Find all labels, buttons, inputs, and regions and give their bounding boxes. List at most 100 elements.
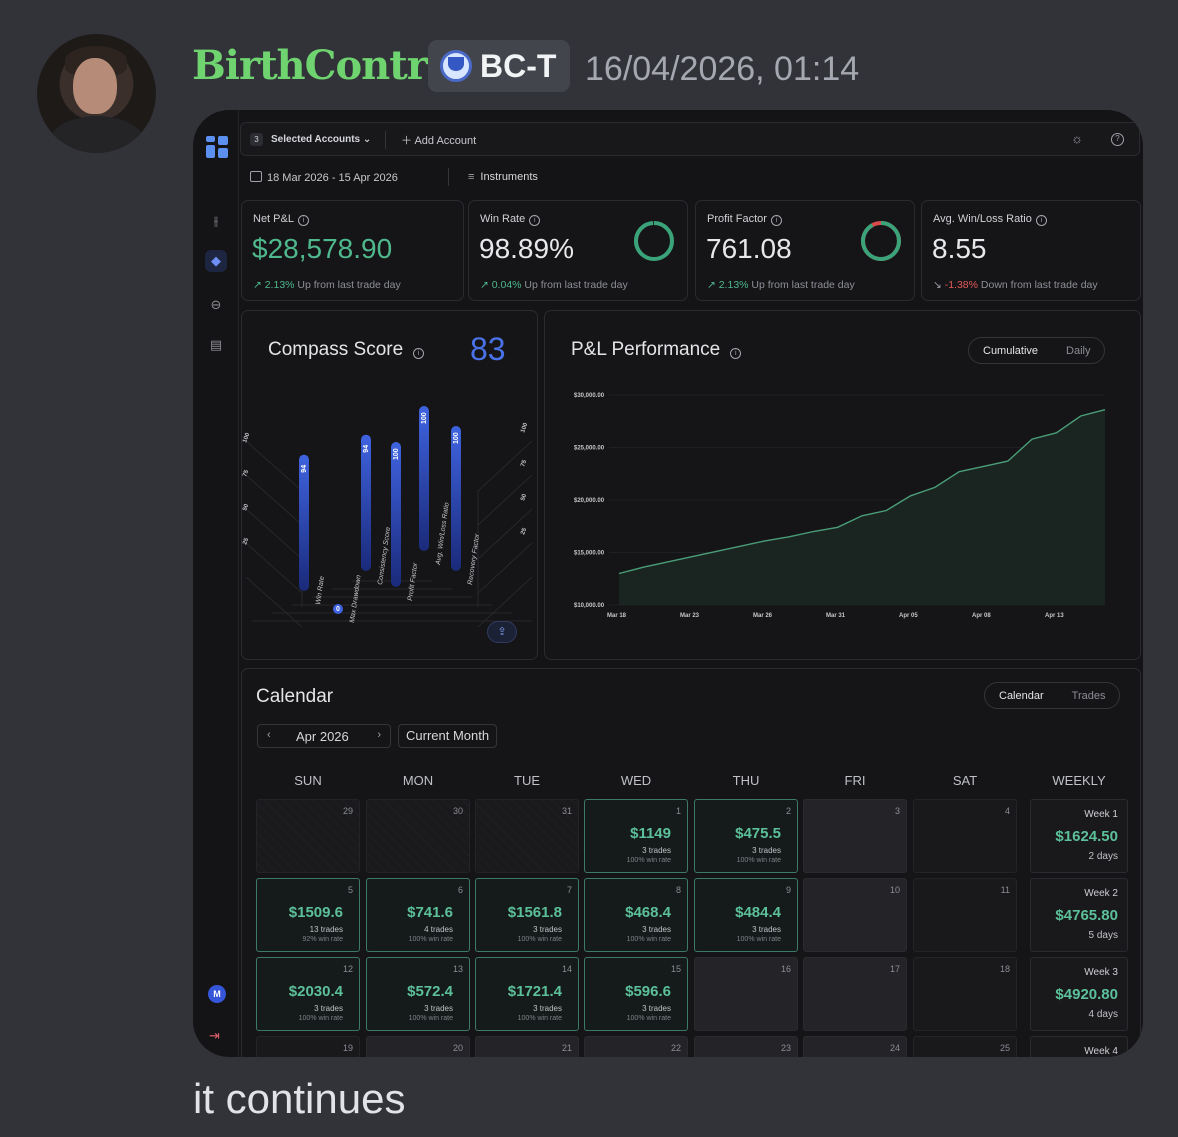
profit-factor-card[interactable]: Profit Factor i 761.08 ↗ 2.13% Up from la…: [695, 200, 915, 301]
change-percent: 2.13%: [718, 279, 749, 291]
journal-icon[interactable]: ▤: [205, 334, 227, 356]
day-number: 19: [342, 1043, 353, 1053]
calendar-day[interactable]: 17: [803, 957, 907, 1031]
compass-leaf-icon[interactable]: ◆: [205, 250, 227, 272]
calendar-tab[interactable]: Calendar: [985, 690, 1058, 702]
help-icon[interactable]: ?: [1111, 133, 1124, 146]
pnl-x-tick: Apr 08: [972, 613, 991, 619]
pnl-x-tick: Mar 31: [826, 613, 846, 619]
stat-title-label: Net P&L: [253, 213, 294, 225]
stat-title-label: Win Rate: [480, 213, 526, 225]
replay-icon[interactable]: ⊖: [205, 294, 227, 316]
date-range-picker[interactable]: 18 Mar 2026 - 15 Apr 2026: [250, 171, 398, 184]
calendar-day[interactable]: 9 $484.4 3 trades 100% win rate: [694, 878, 798, 952]
info-icon[interactable]: i: [413, 348, 425, 359]
calendar-day[interactable]: 5 $1509.6 13 trades 92% win rate: [256, 878, 360, 952]
day-trades: 3 trades: [533, 1004, 562, 1013]
day-number: 25: [999, 1043, 1010, 1053]
instruments-label: Instruments: [480, 171, 538, 183]
info-icon[interactable]: i: [730, 348, 742, 359]
account-count-badge: 3: [250, 133, 263, 146]
weekday-header: SAT: [952, 773, 978, 788]
calendar-day[interactable]: 12 $2030.4 3 trades 100% win rate: [256, 957, 360, 1031]
calendar-day[interactable]: 2 $475.5 3 trades 100% win rate: [694, 799, 798, 873]
calendar-day[interactable]: 3: [803, 799, 907, 873]
calendar-day[interactable]: 6 $741.6 4 trades 100% win rate: [366, 878, 470, 952]
calendar-day[interactable]: 15 $596.6 3 trades 100% win rate: [584, 957, 688, 1031]
day-number: 10: [889, 885, 900, 895]
pnl-x-tick: Mar 18: [607, 613, 627, 619]
top-bar: 3 Selected Accounts ⌄ ＋ Add Account ☼ ?: [240, 122, 1140, 156]
compass-bar: [451, 426, 461, 571]
theme-toggle-icon[interactable]: ☼: [1071, 131, 1083, 146]
calendar-view-toggle[interactable]: Calendar Trades: [984, 682, 1121, 709]
profile-avatar[interactable]: M: [208, 985, 226, 1003]
calendar-day[interactable]: 19: [256, 1036, 360, 1057]
pnl-y-tick: $15,000.00: [574, 551, 605, 557]
next-month-button[interactable]: ›: [377, 729, 381, 741]
grid-line: [245, 542, 303, 594]
logout-icon[interactable]: ⇥: [209, 1028, 220, 1044]
user-avatar[interactable]: [37, 34, 156, 153]
calendar-day[interactable]: 14 $1721.4 3 trades 100% win rate: [475, 957, 579, 1031]
win-loss-ratio-card[interactable]: Avg. Win/Loss Ratio i 8.55 ↘ -1.38% Down …: [921, 200, 1141, 301]
avatar-face: [73, 58, 117, 114]
calendar-day[interactable]: 29: [256, 799, 360, 873]
day-rate: 100% win rate: [517, 936, 562, 943]
trades-tab[interactable]: Trades: [1058, 690, 1120, 702]
calendar-day[interactable]: 13 $572.4 3 trades 100% win rate: [366, 957, 470, 1031]
selected-accounts-dropdown[interactable]: Selected Accounts ⌄: [271, 134, 371, 145]
day-pnl: $1721.4: [507, 983, 562, 1000]
day-number: 30: [452, 806, 463, 816]
calendar-day[interactable]: 16: [694, 957, 798, 1031]
win-rate-card[interactable]: Win Rate i 98.89% ↗ 0.04% Up from last tr…: [468, 200, 688, 301]
calendar-day[interactable]: 24: [803, 1036, 907, 1057]
week-label: Week 3: [1084, 967, 1118, 978]
weekly-summary[interactable]: Week 1 $1624.50 2 days: [1030, 799, 1128, 873]
weekly-summary[interactable]: Week 4: [1030, 1036, 1128, 1057]
grid-line: [245, 474, 303, 526]
daily-tab[interactable]: Daily: [1052, 345, 1104, 357]
instruments-filter[interactable]: ≡ Instruments: [468, 171, 538, 183]
week-pnl: $4765.80: [1055, 907, 1118, 924]
calendar-day[interactable]: 23: [694, 1036, 798, 1057]
share-icon: ⇪: [497, 626, 507, 638]
calendar-day[interactable]: 30: [366, 799, 470, 873]
calendar-day[interactable]: 7 $1561.8 3 trades 100% win rate: [475, 878, 579, 952]
calendar-day[interactable]: 25: [913, 1036, 1017, 1057]
calendar-day[interactable]: 31: [475, 799, 579, 873]
weekday-header: WED: [620, 773, 652, 788]
prev-month-button[interactable]: ‹: [267, 729, 271, 741]
grid-line: [245, 576, 303, 628]
calendar-day[interactable]: 10: [803, 878, 907, 952]
username[interactable]: BirthControl: [192, 42, 468, 89]
info-icon[interactable]: i: [529, 215, 541, 226]
cumulative-tab[interactable]: Cumulative: [969, 345, 1052, 357]
calendar-day[interactable]: 11: [913, 878, 1017, 952]
info-icon[interactable]: i: [770, 215, 782, 226]
share-button[interactable]: ⇪: [487, 621, 517, 643]
app-logo-icon[interactable]: [206, 136, 228, 158]
pnl-view-toggle[interactable]: Cumulative Daily: [968, 337, 1106, 364]
info-icon[interactable]: i: [1035, 215, 1047, 226]
current-month-button[interactable]: Current Month: [398, 724, 498, 748]
day-pnl: $484.4: [735, 904, 781, 921]
calendar-day[interactable]: 18: [913, 957, 1017, 1031]
info-icon[interactable]: i: [297, 215, 309, 226]
calendar-day[interactable]: 8 $468.4 3 trades 100% win rate: [584, 878, 688, 952]
candlestick-icon[interactable]: ⫲: [205, 210, 227, 232]
calendar-day[interactable]: 1 $1149 3 trades 100% win rate: [584, 799, 688, 873]
weekly-summary[interactable]: Week 3 $4920.80 4 days: [1030, 957, 1128, 1031]
pnl-x-ticks: Mar 18 Mar 23 Mar 26 Mar 31 Apr 05 Apr 08 Apr …: [607, 613, 1064, 619]
compass-left-ticks: 100 75 50 25: [242, 432, 251, 546]
calendar-day[interactable]: 20: [366, 1036, 470, 1057]
calendar-day[interactable]: 21: [475, 1036, 579, 1057]
calendar-day[interactable]: 22: [584, 1036, 688, 1057]
user-tag[interactable]: BC-T: [428, 40, 571, 92]
dashboard-screenshot[interactable]: ⫲ ◆ ⊖ ▤ M ⇥ 3 Selected Accounts ⌄ ＋ Add …: [193, 110, 1143, 1057]
right-tick-label: 50: [520, 493, 528, 502]
calendar-day[interactable]: 4: [913, 799, 1017, 873]
add-account-button[interactable]: ＋ Add Account: [401, 132, 476, 148]
net-pnl-card[interactable]: Net P&L i $28,578.90 ↗ 2.13% Up from last…: [241, 200, 464, 301]
weekly-summary[interactable]: Week 2 $4765.80 5 days: [1030, 878, 1128, 952]
